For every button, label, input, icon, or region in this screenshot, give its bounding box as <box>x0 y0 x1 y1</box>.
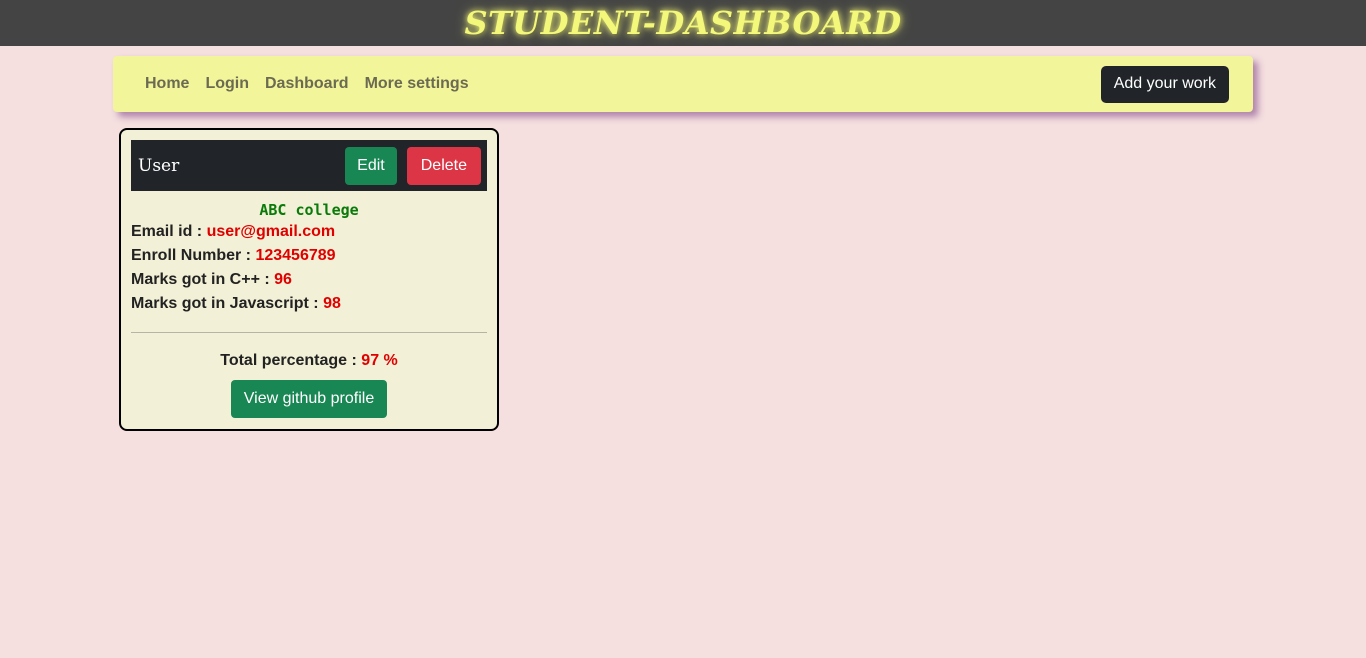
email-row: Email id : user@gmail.com <box>131 220 487 244</box>
enroll-label: Enroll Number : <box>131 247 256 264</box>
navbar: Home Login Dashboard More settings Add y… <box>113 56 1253 112</box>
nav-link-home[interactable]: Home <box>137 75 197 93</box>
add-your-work-button[interactable]: Add your work <box>1100 65 1229 103</box>
total-percentage-value: 97 % <box>361 352 398 369</box>
view-github-profile-button[interactable]: View github profile <box>230 380 388 418</box>
js-marks-row: Marks got in Javascript : 98 <box>131 292 487 316</box>
github-button-wrap: View github profile <box>131 380 487 418</box>
enroll-value: 123456789 <box>255 247 336 264</box>
enroll-row: Enroll Number : 123456789 <box>131 244 487 268</box>
js-marks-label: Marks got in Javascript : <box>131 295 324 312</box>
delete-button[interactable]: Delete <box>406 146 481 185</box>
nav-link-more-settings[interactable]: More settings <box>357 75 477 93</box>
edit-button[interactable]: Edit <box>345 146 397 185</box>
cpp-marks-row: Marks got in C++ : 96 <box>131 268 487 292</box>
nav-link-login[interactable]: Login <box>197 75 257 93</box>
cpp-marks-value: 96 <box>274 271 292 288</box>
student-card: User Edit Delete ABC college Email id : … <box>119 128 499 431</box>
college-name: ABC college <box>259 201 359 219</box>
js-marks-value: 98 <box>323 295 341 312</box>
total-percentage-row: Total percentage : 97 % <box>131 350 487 372</box>
total-percentage-label: Total percentage : <box>220 352 362 369</box>
card-title: User <box>138 155 180 176</box>
card-divider <box>131 332 487 333</box>
email-value: user@gmail.com <box>206 223 336 240</box>
email-label: Email id : <box>131 223 207 240</box>
top-header: STUDENT-DASHBOARD <box>0 0 1366 46</box>
cpp-marks-label: Marks got in C++ : <box>131 271 275 288</box>
card-header: User Edit Delete <box>131 140 487 191</box>
page-title: STUDENT-DASHBOARD <box>464 4 902 42</box>
nav-links: Home Login Dashboard More settings <box>137 75 1101 93</box>
nav-link-dashboard[interactable]: Dashboard <box>257 75 357 93</box>
